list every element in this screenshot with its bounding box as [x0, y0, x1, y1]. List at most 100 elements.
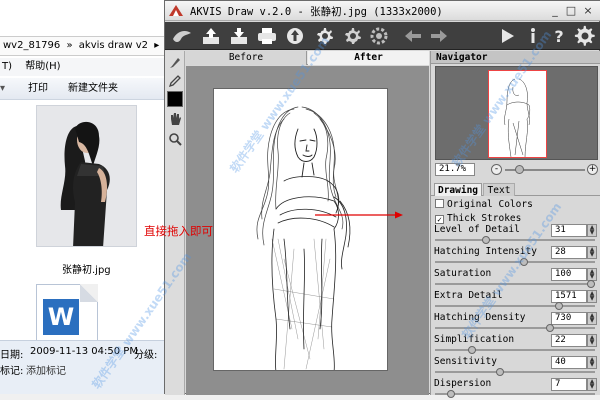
zoom-slider-handle[interactable] [515, 165, 524, 174]
param-row: Extra Detail 1571 ▲ ▼ [431, 290, 600, 312]
tab-text[interactable]: Text [483, 183, 515, 196]
rating-label: 分级: [134, 350, 158, 361]
param-value-input[interactable]: 1571 [551, 290, 587, 303]
document-file-icon[interactable]: W [36, 284, 98, 348]
param-row: Level of Detail 31 ▲ ▼ [431, 224, 600, 246]
title-bar[interactable]: AKVIS Draw v.2.0 - 张静初.jpg (1333x2000) _… [165, 1, 600, 21]
param-value-input[interactable]: 7 [551, 378, 587, 391]
spinner-arrows-icon[interactable]: ▲ ▼ [587, 378, 597, 391]
svg-text:?: ? [554, 27, 563, 46]
hand-icon[interactable] [167, 111, 183, 127]
param-slider-track[interactable] [435, 239, 595, 241]
param-row: Sensitivity 40 ▲ ▼ [431, 356, 600, 378]
checkbox-label: Thick Strokes [447, 213, 522, 224]
param-slider-handle[interactable] [555, 302, 564, 310]
settings-tabs: Drawing Text [431, 183, 600, 196]
date-label: 日期: [0, 350, 24, 361]
param-label: Saturation [434, 268, 492, 279]
zoom-out-button[interactable]: - [491, 164, 502, 175]
spinner-arrows-icon[interactable]: ▲ ▼ [587, 268, 597, 281]
settings-import-icon[interactable] [341, 24, 365, 48]
param-label: Level of Detail [434, 224, 520, 235]
run-icon[interactable] [495, 24, 519, 48]
explorer-toolbar: ▾ 打印 新建文件夹 [0, 78, 166, 100]
photo-thumbnail-image [37, 106, 136, 246]
pencil-icon[interactable] [167, 73, 183, 89]
image-thumbnail[interactable] [36, 105, 137, 247]
drag-instruction-annotation: 直接拖入即可 [144, 224, 213, 238]
param-slider-handle[interactable] [495, 368, 504, 376]
tab-after[interactable]: After [308, 51, 429, 65]
param-slider-track[interactable] [435, 371, 595, 373]
breadcrumb-separator: » [66, 40, 73, 51]
word-doc-icon: W [43, 299, 79, 335]
param-slider-track[interactable] [435, 349, 595, 351]
add-tag-link[interactable]: 添加标记 [26, 362, 66, 377]
details-pane: 日期: 2009-11-13 04:50 PM 分级: 标记: 添加标记 [0, 340, 166, 394]
zoom-in-button[interactable]: + [587, 164, 598, 175]
sketch-result-image [213, 88, 388, 371]
param-slider-track[interactable] [435, 305, 595, 307]
original-colors-checkbox[interactable]: Original Colors [435, 199, 533, 211]
breadcrumb-item[interactable]: akvis draw v2 [79, 40, 148, 51]
param-value-input[interactable]: 22 [551, 334, 587, 347]
param-slider-track[interactable] [435, 393, 595, 395]
breadcrumb-item[interactable]: wv2_81796 [3, 40, 60, 51]
menu-item-help[interactable]: 帮助(H) [25, 61, 60, 72]
close-button[interactable]: × [582, 5, 594, 17]
open-icon[interactable] [199, 24, 223, 48]
tab-before[interactable]: Before [186, 51, 307, 65]
param-value-input[interactable]: 100 [551, 268, 587, 281]
akvis-logo-icon [169, 5, 183, 16]
param-slider-handle[interactable] [545, 324, 554, 332]
param-slider-handle[interactable] [468, 346, 477, 354]
window-title: AKVIS Draw v.2.0 - 张静初.jpg (1333x2000) [190, 6, 443, 18]
spinner-arrows-icon[interactable]: ▲ ▼ [587, 356, 597, 369]
param-label: Sensitivity [434, 356, 497, 367]
param-slider-track[interactable] [435, 283, 595, 285]
save-icon[interactable] [227, 24, 251, 48]
menu-item-tools[interactable]: T) [2, 61, 12, 72]
tags-label: 标记: [0, 366, 24, 377]
param-slider-handle[interactable] [587, 280, 595, 288]
tab-drawing[interactable]: Drawing [434, 183, 482, 196]
color-swatch[interactable] [167, 91, 183, 107]
param-row: Hatching Density 730 ▲ ▼ [431, 312, 600, 334]
param-row: Simplification 22 ▲ ▼ [431, 334, 600, 356]
maximize-button[interactable]: □ [565, 5, 577, 17]
print-icon[interactable] [255, 24, 279, 48]
zoom-icon[interactable] [167, 131, 183, 147]
file-name-label[interactable]: 张静初.jpg [62, 261, 111, 276]
checkbox-box[interactable] [435, 199, 444, 208]
page-fold-icon [80, 284, 98, 302]
preferences-icon[interactable] [573, 24, 597, 48]
chevron-down-icon[interactable]: ▾ [0, 78, 6, 98]
menu-bar: T) 帮助(H) [0, 58, 166, 76]
brush-icon[interactable] [167, 55, 183, 71]
param-value-input[interactable]: 40 [551, 356, 587, 369]
param-value-input[interactable]: 730 [551, 312, 587, 325]
spinner-arrows-icon[interactable]: ▲ ▼ [587, 334, 597, 347]
upload-icon[interactable] [283, 24, 307, 48]
settings-panel: Navigator 21.7% - + Drawing Text Origina… [430, 51, 600, 398]
param-slider-handle[interactable] [482, 236, 491, 244]
spinner-arrows-icon[interactable]: ▲ ▼ [587, 224, 597, 237]
breadcrumb-chevron-icon[interactable]: ▸ [154, 40, 159, 51]
param-value-input[interactable]: 28 [551, 246, 587, 259]
spinner-arrows-icon[interactable]: ▲ ▼ [587, 312, 597, 325]
redo-icon[interactable] [427, 24, 451, 48]
param-row: Dispersion 7 ▲ ▼ [431, 378, 600, 400]
spinner-arrows-icon[interactable]: ▲ ▼ [587, 246, 597, 259]
checkbox-checked-icon[interactable]: ✓ [435, 215, 444, 224]
logo-icon [167, 24, 197, 48]
print-button[interactable]: 打印 [28, 78, 48, 100]
spinner-arrows-icon[interactable]: ▲ ▼ [587, 290, 597, 303]
breadcrumb[interactable]: wv2_81796 » akvis draw v2 ▸ [0, 36, 166, 56]
gear-icon[interactable] [367, 24, 391, 48]
undo-icon[interactable] [401, 24, 425, 48]
new-folder-button[interactable]: 新建文件夹 [68, 78, 118, 100]
param-value-input[interactable]: 31 [551, 224, 587, 237]
minimize-button[interactable]: _ [549, 5, 561, 17]
image-canvas[interactable] [186, 66, 429, 395]
param-slider-handle[interactable] [447, 390, 456, 398]
